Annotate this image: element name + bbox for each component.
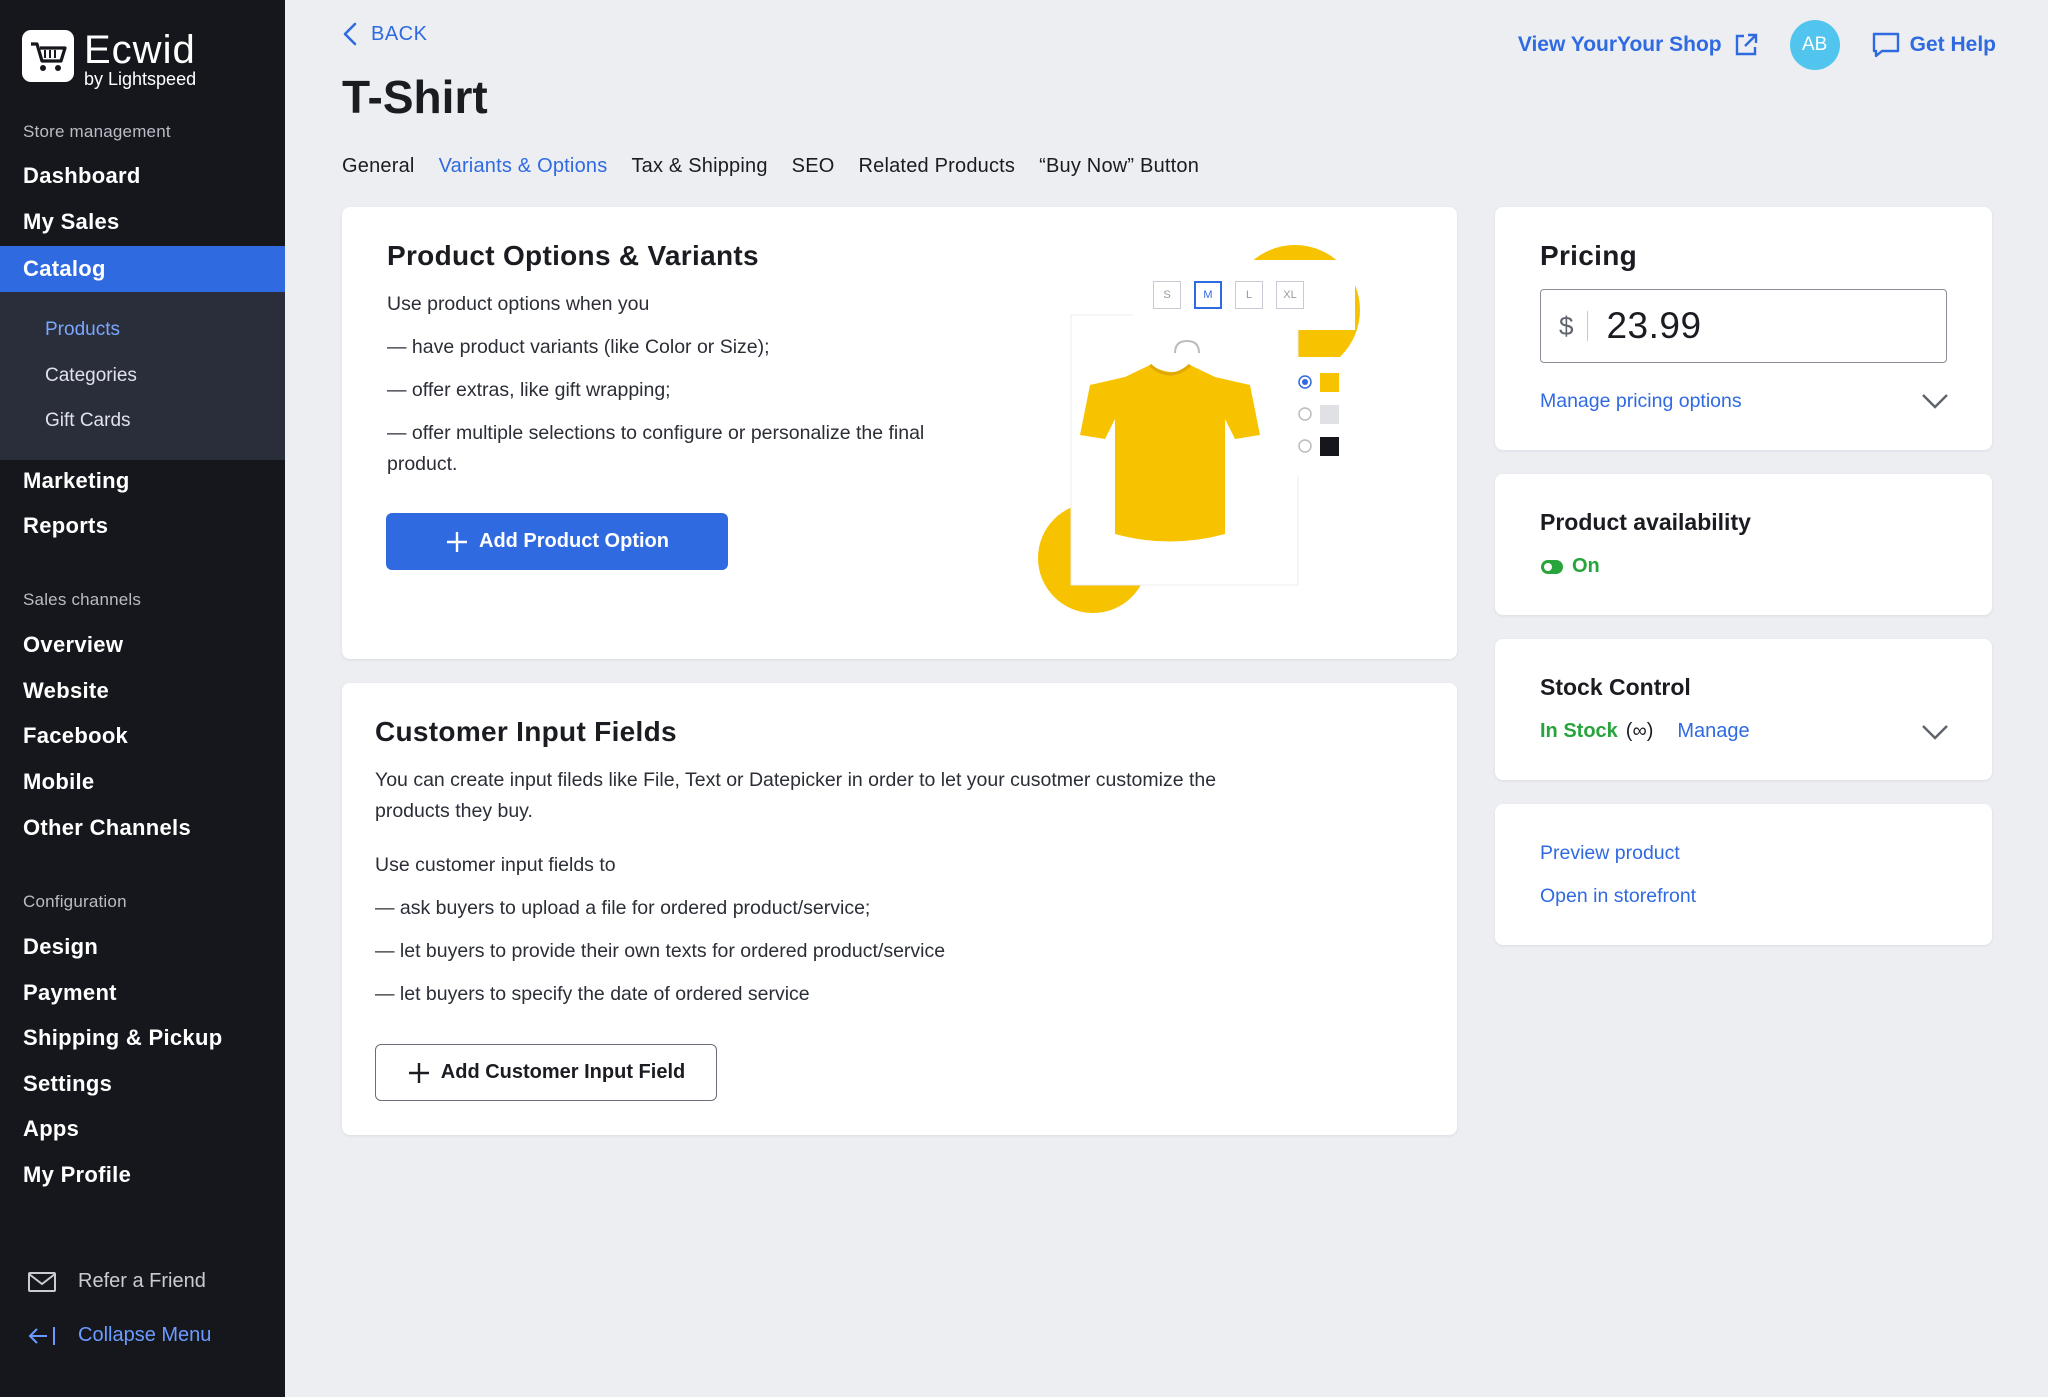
page-title: T-Shirt bbox=[342, 71, 488, 123]
stock-title: Stock Control bbox=[1540, 674, 1691, 700]
price-value: 23.99 bbox=[1606, 305, 1702, 346]
view-shop-link[interactable]: View YourYour Shop bbox=[1518, 33, 1758, 57]
open-storefront-link[interactable]: Open in storefront bbox=[1540, 885, 1696, 908]
sidebar-item-catalog[interactable]: Catalog bbox=[0, 246, 285, 292]
ecwid-logo[interactable]: Ecwid by Lightspeed bbox=[22, 30, 196, 88]
external-link-icon bbox=[1735, 33, 1757, 56]
customer-input-bullet: — let buyers to specify the date of orde… bbox=[375, 983, 810, 1005]
customer-input-bullet: — let buyers to provide their own texts … bbox=[375, 940, 946, 962]
sidebar-item-overview[interactable]: Overview bbox=[0, 622, 285, 668]
back-link[interactable]: BACK bbox=[343, 22, 427, 46]
collapse-label: Collapse Menu bbox=[78, 1324, 212, 1346]
back-label: BACK bbox=[371, 22, 428, 45]
availability-card bbox=[1495, 474, 1992, 615]
envelope-icon bbox=[28, 1271, 56, 1292]
pricing-title: Pricing bbox=[1540, 240, 1638, 271]
sidebar-subitem-products[interactable]: Products bbox=[45, 319, 120, 341]
section-sales-channels: Sales channels bbox=[23, 590, 142, 609]
tab-general[interactable]: General bbox=[342, 155, 415, 178]
sidebar-item-mobile[interactable]: Mobile bbox=[0, 759, 285, 805]
size-option: XL bbox=[1276, 281, 1304, 309]
chevron-left-icon bbox=[343, 22, 357, 46]
sidebar-item-design[interactable]: Design bbox=[0, 924, 285, 970]
sidebar-item-apps[interactable]: Apps bbox=[0, 1106, 285, 1152]
availability-title: Product availability bbox=[1540, 509, 1751, 535]
stock-infinity: (∞) bbox=[1625, 720, 1654, 742]
product-options-bullet: — offer extras, like gift wrapping; bbox=[387, 379, 671, 401]
add-customer-input-label: Add Customer Input Field bbox=[440, 1061, 686, 1083]
add-customer-input-button[interactable]: Add Customer Input Field bbox=[375, 1044, 717, 1101]
sidebar-item-website[interactable]: Website bbox=[0, 668, 285, 714]
tab-variants-options[interactable]: Variants & Options bbox=[439, 155, 608, 178]
chevron-down-icon[interactable] bbox=[1921, 724, 1949, 740]
sidebar-item-other-channels[interactable]: Other Channels bbox=[0, 805, 285, 851]
plus-icon bbox=[447, 531, 467, 552]
stock-control-card bbox=[1495, 639, 1992, 780]
sidebar-item-settings[interactable]: Settings bbox=[0, 1061, 285, 1107]
sidebar-item-payment[interactable]: Payment bbox=[0, 970, 285, 1016]
currency-symbol: $ bbox=[1559, 311, 1589, 341]
tab-buy-now-button[interactable]: “Buy Now” Button bbox=[1039, 155, 1199, 178]
sidebar-subitem-categories[interactable]: Categories bbox=[45, 365, 137, 387]
tab-tax-shipping[interactable]: Tax & Shipping bbox=[631, 155, 767, 178]
customer-input-title: Customer Input Fields bbox=[375, 716, 677, 747]
view-shop-label: View YourYour Shop bbox=[1517, 33, 1722, 56]
refer-a-friend-link[interactable]: Refer a Friend bbox=[28, 1270, 206, 1293]
product-options-title: Product Options & Variants bbox=[387, 240, 759, 271]
refer-label: Refer a Friend bbox=[78, 1270, 206, 1292]
section-store-management: Store management bbox=[23, 122, 171, 141]
cart-logo-icon bbox=[22, 30, 74, 82]
manage-pricing-link[interactable]: Manage pricing options bbox=[1540, 390, 1742, 413]
help-label: Get Help bbox=[1909, 33, 1996, 56]
sidebar-item-shipping-pickup[interactable]: Shipping & Pickup bbox=[0, 1015, 285, 1061]
customer-input-description: You can create input fileds like File, T… bbox=[375, 769, 1217, 823]
sidebar-subitem-gift-cards[interactable]: Gift Cards bbox=[45, 410, 131, 432]
customer-input-bullet: — ask buyers to upload a file for ordere… bbox=[375, 897, 871, 919]
collapse-menu-button[interactable]: Collapse Menu bbox=[28, 1324, 211, 1347]
sidebar-item-my-profile[interactable]: My Profile bbox=[0, 1152, 285, 1198]
price-input[interactable]: $ 23.99 bbox=[1540, 289, 1947, 363]
get-help-link[interactable]: Get Help bbox=[1872, 32, 1996, 58]
size-option: M bbox=[1194, 281, 1222, 309]
stock-status: In Stock bbox=[1540, 720, 1618, 742]
preview-product-link[interactable]: Preview product bbox=[1540, 842, 1680, 865]
header-actions: View YourYour Shop AB Get Help bbox=[1518, 20, 1996, 70]
sidebar: Ecwid by Lightspeed Store management Das… bbox=[0, 0, 285, 1397]
add-product-option-button[interactable]: Add Product Option bbox=[386, 513, 728, 570]
collapse-arrow-icon bbox=[28, 1326, 55, 1345]
tab-seo[interactable]: SEO bbox=[792, 155, 835, 178]
brand-sub: by Lightspeed bbox=[84, 69, 197, 89]
chat-bubble-icon bbox=[1872, 32, 1899, 58]
product-options-bullet: — offer multiple selections to configure… bbox=[387, 422, 925, 476]
manage-stock-link[interactable]: Manage bbox=[1677, 720, 1749, 743]
links-card bbox=[1495, 804, 1992, 945]
user-avatar[interactable]: AB bbox=[1789, 20, 1840, 70]
chevron-down-icon[interactable] bbox=[1921, 393, 1949, 409]
customer-input-intro: Use customer input fields to bbox=[375, 854, 616, 876]
product-options-intro: Use product options when you bbox=[387, 293, 650, 315]
availability-toggle[interactable]: On bbox=[1540, 555, 1600, 578]
brand-name: Ecwid bbox=[84, 28, 196, 72]
tab-related-products[interactable]: Related Products bbox=[859, 155, 1016, 178]
size-option: S bbox=[1153, 281, 1181, 309]
catalog-subnav: Products Categories Gift Cards bbox=[0, 292, 285, 460]
sidebar-item-reports[interactable]: Reports bbox=[0, 503, 285, 549]
sidebar-item-my-sales[interactable]: My Sales bbox=[0, 199, 285, 245]
plus-icon bbox=[408, 1062, 429, 1083]
availability-status: On bbox=[1572, 555, 1600, 577]
add-product-option-label: Add Product Option bbox=[479, 530, 669, 552]
product-tabs: General Variants & Options Tax & Shippin… bbox=[342, 155, 1199, 178]
product-options-bullet: — have product variants (like Color or S… bbox=[387, 336, 770, 358]
sidebar-item-dashboard[interactable]: Dashboard bbox=[0, 153, 285, 199]
size-selector: S M L XL bbox=[1153, 281, 1304, 309]
toggle-on-icon bbox=[1541, 559, 1563, 574]
sidebar-item-facebook[interactable]: Facebook bbox=[0, 713, 285, 759]
sidebar-item-marketing[interactable]: Marketing bbox=[0, 458, 285, 504]
section-configuration: Configuration bbox=[23, 892, 127, 911]
stock-status-row: In Stock (∞) Manage bbox=[1540, 720, 1750, 743]
size-option: L bbox=[1235, 281, 1263, 309]
